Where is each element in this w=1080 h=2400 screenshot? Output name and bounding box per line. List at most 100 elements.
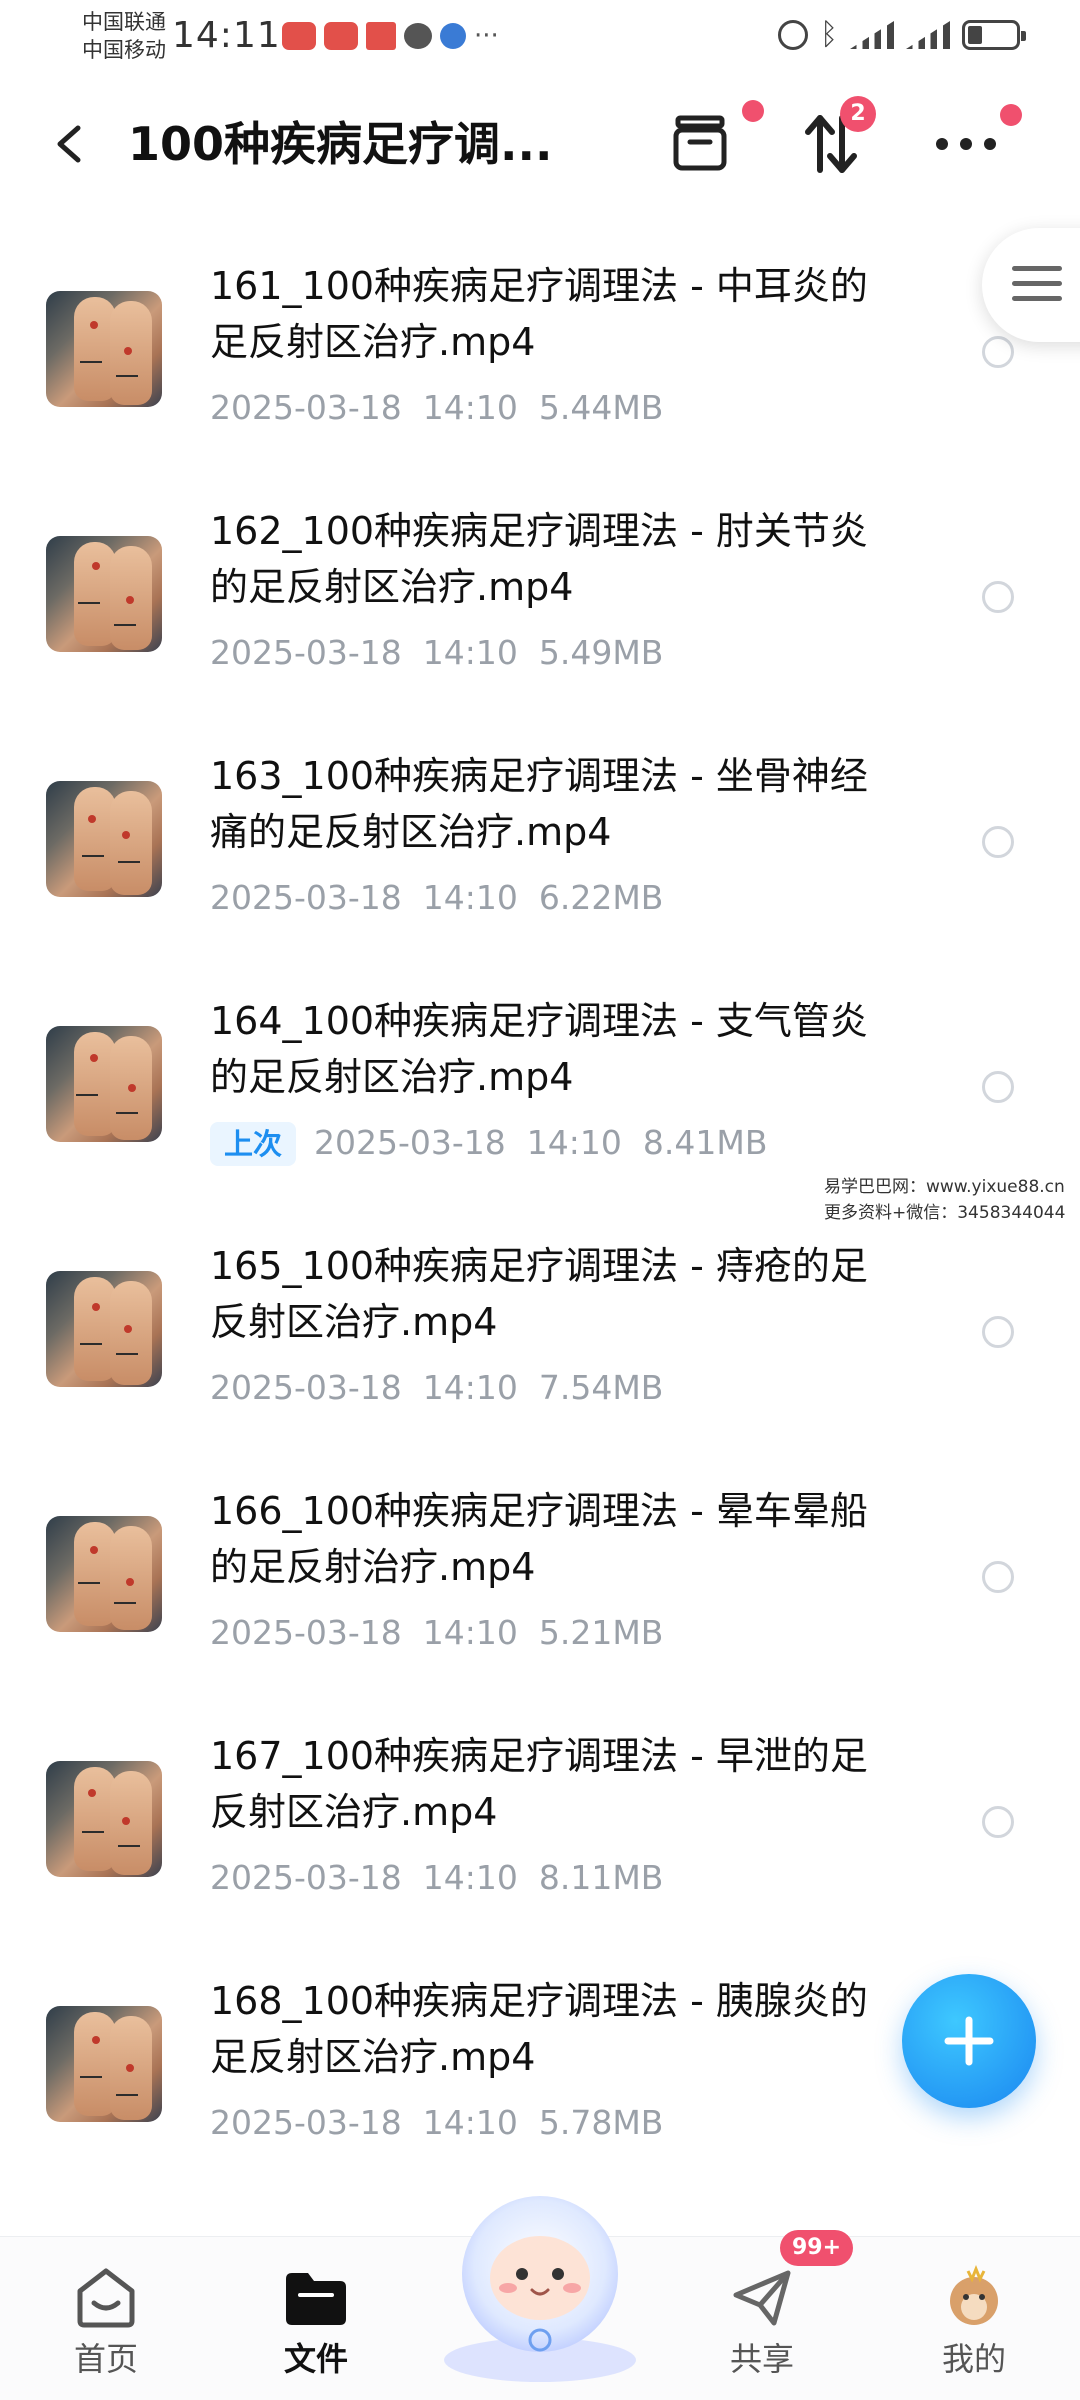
transfer-count-badge: 2	[840, 96, 876, 132]
file-time: 14:10	[422, 2103, 518, 2142]
tab-home[interactable]: 首页	[26, 2259, 186, 2389]
file-name: 166_100种疾病足疗调理法 - 晕车晕船的足反射治疗.mp4	[210, 1489, 868, 1589]
mascot-icon[interactable]	[430, 2182, 650, 2382]
transfer-button[interactable]: 2	[790, 96, 876, 184]
tab-files-label: 文件	[283, 2340, 348, 2378]
video-thumbnail	[46, 536, 162, 652]
file-time: 14:10	[422, 1613, 518, 1652]
select-radio[interactable]	[982, 1806, 1014, 1838]
file-row[interactable]: 167_100种疾病足疗调理法 - 早泄的足反射区治疗.mp4 2025-03-…	[0, 1698, 1080, 1943]
status-bar: 中国联通 中国移动 14:11 ··· ᛒ	[0, 0, 1080, 72]
tab-mine[interactable]: 我的	[894, 2259, 1054, 2389]
file-date: 2025-03-18	[210, 633, 402, 672]
share-count-badge: 99+	[780, 2230, 854, 2266]
alarm-icon	[778, 20, 808, 50]
more-button[interactable]	[926, 104, 1022, 184]
select-radio[interactable]	[982, 1071, 1014, 1103]
watermark: 易学巴巴网：www.yixue88.cn 更多资料+微信：3458344044	[824, 1174, 1065, 1226]
bluetooth-icon: ᛒ	[820, 17, 838, 52]
file-name: 162_100种疾病足疗调理法 - 肘关节炎的足反射区治疗.mp4	[210, 509, 868, 609]
file-name: 167_100种疾病足疗调理法 - 早泄的足反射区治疗.mp4	[210, 1734, 868, 1834]
notification-icons: ···	[282, 22, 499, 50]
file-meta: 2025-03-18 14:10 5.78MB	[210, 2101, 663, 2145]
avatar-icon	[950, 2265, 998, 2325]
file-name: 161_100种疾病足疗调理法 - 中耳炎的足反射区治疗.mp4	[210, 264, 868, 364]
file-row[interactable]: 161_100种疾病足疗调理法 - 中耳炎的足反射区治疗.mp4 2025-03…	[0, 228, 1080, 473]
tab-share-label: 共享	[729, 2340, 794, 2378]
menu-icon	[1012, 266, 1062, 311]
plus-icon	[944, 2016, 994, 2066]
more-red-dot	[1000, 104, 1022, 126]
file-meta: 2025-03-18 14:10 5.21MB	[210, 1611, 663, 1655]
select-radio[interactable]	[982, 826, 1014, 858]
more-dots-icon	[936, 138, 996, 150]
file-size: 7.54MB	[538, 1368, 664, 1407]
file-meta: 2025-03-18 14:10 6.22MB	[210, 876, 663, 920]
archive-icon	[673, 115, 727, 171]
back-arrow-icon[interactable]	[52, 124, 88, 164]
watermark-line-1: 易学巴巴网：www.yixue88.cn	[824, 1177, 1065, 1197]
file-name: 163_100种疾病足疗调理法 - 坐骨神经痛的足反射区治疗.mp4	[210, 754, 868, 854]
file-time: 14:10	[422, 878, 518, 917]
battery-icon	[962, 20, 1026, 50]
video-thumbnail	[46, 1761, 162, 1877]
file-size: 6.22MB	[538, 878, 664, 917]
tab-home-label: 首页	[73, 2340, 138, 2378]
page-title: 100种疾病足疗调...	[128, 117, 553, 171]
file-meta: 2025-03-18 14:10 5.49MB	[210, 631, 663, 675]
select-radio[interactable]	[982, 1316, 1014, 1348]
file-time: 14:10	[526, 1123, 622, 1162]
file-size: 5.44MB	[538, 388, 664, 427]
video-thumbnail	[46, 1516, 162, 1632]
video-thumbnail	[46, 291, 162, 407]
select-radio[interactable]	[982, 581, 1014, 613]
file-row[interactable]: 166_100种疾病足疗调理法 - 晕车晕船的足反射治疗.mp4 2025-03…	[0, 1453, 1080, 1698]
file-date: 2025-03-18	[210, 388, 402, 427]
huawei-app-icon	[282, 22, 316, 50]
file-size: 8.41MB	[642, 1123, 768, 1162]
file-time: 14:10	[422, 1858, 518, 1897]
file-row[interactable]: 162_100种疾病足疗调理法 - 肘关节炎的足反射区治疗.mp4 2025-0…	[0, 473, 1080, 718]
archive-button[interactable]	[660, 100, 764, 184]
file-name: 164_100种疾病足疗调理法 - 支气管炎的足反射区治疗.mp4	[210, 999, 868, 1099]
more-notifications-icon: ···	[474, 21, 499, 51]
file-time: 14:10	[422, 388, 518, 427]
file-time: 14:10	[422, 1368, 518, 1407]
top-bar: 100种疾病足疗调... 2	[0, 84, 1080, 204]
file-date: 2025-03-18	[210, 1858, 402, 1897]
tab-share[interactable]: 共享	[682, 2259, 842, 2389]
archive-red-dot	[742, 100, 764, 122]
tab-mine-label: 我的	[941, 2340, 1006, 2378]
video-thumbnail	[46, 2006, 162, 2122]
select-radio[interactable]	[982, 1561, 1014, 1593]
paw-icon	[440, 23, 466, 49]
file-row[interactable]: 165_100种疾病足疗调理法 - 痔疮的足反射区治疗.mp4 2025-03-…	[0, 1208, 1080, 1453]
status-time: 14:11	[172, 15, 281, 56]
file-size: 5.49MB	[538, 633, 664, 672]
file-row[interactable]: 163_100种疾病足疗调理法 - 坐骨神经痛的足反射区治疗.mp4 2025-…	[0, 718, 1080, 963]
carrier-1: 中国联通	[82, 10, 166, 34]
add-button[interactable]	[902, 1974, 1036, 2108]
chat-icon	[404, 23, 432, 49]
file-time: 14:10	[422, 633, 518, 672]
huawei-app-icon	[324, 22, 358, 50]
select-radio[interactable]	[982, 336, 1014, 368]
video-thumbnail	[46, 1026, 162, 1142]
last-viewed-tag: 上次	[210, 1122, 297, 1166]
video-thumbnail	[46, 781, 162, 897]
tab-files[interactable]: 文件	[236, 2259, 396, 2389]
signal-icon	[850, 21, 894, 49]
file-name: 165_100种疾病足疗调理法 - 痔疮的足反射区治疗.mp4	[210, 1244, 868, 1344]
folder-icon	[286, 2273, 346, 2325]
home-icon	[77, 2268, 135, 2328]
file-meta: 2025-03-18 14:10 5.44MB	[210, 386, 663, 430]
file-date: 2025-03-18	[210, 878, 402, 917]
file-name: 168_100种疾病足疗调理法 - 胰腺炎的足反射区治疗.mp4	[210, 1979, 868, 2079]
file-meta: 2025-03-18 14:10 7.54MB	[210, 1366, 663, 1410]
file-date: 2025-03-18	[210, 1613, 402, 1652]
file-size: 5.78MB	[538, 2103, 664, 2142]
file-meta: 上次 2025-03-18 14:10 8.41MB	[210, 1121, 767, 1166]
file-row[interactable]: 164_100种疾病足疗调理法 - 支气管炎的足反射区治疗.mp4 上次 2025…	[0, 963, 1080, 1208]
file-date: 2025-03-18	[210, 2103, 402, 2142]
carrier-labels: 中国联通 中国移动	[82, 8, 166, 64]
